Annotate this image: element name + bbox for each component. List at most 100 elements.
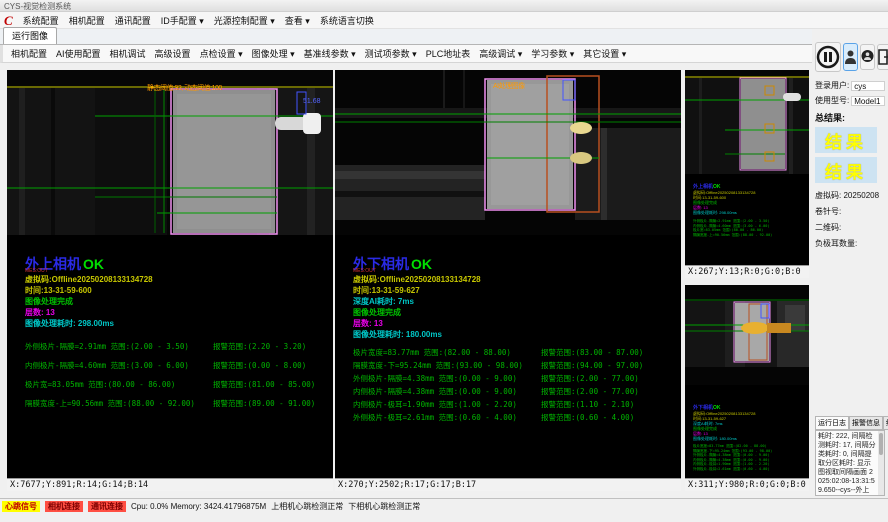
measurement-row: 极片宽=83.05mm 范围:(80.00 - 86.00)报警范围:(81.0… [25, 375, 333, 394]
camera-connection-badge: 相机连接 [45, 501, 83, 512]
upper-process-done: 图像处理完成 [25, 296, 333, 307]
menu-item-camera-config[interactable]: 相机配置 [69, 14, 105, 27]
upper-camera-ok-status: OK [83, 256, 104, 272]
model-label: 使用型号: [815, 95, 849, 106]
qr-code-label: 二维码: [815, 222, 885, 233]
toolbar-item-baseline-params[interactable]: 基准线参数 ▾ [304, 47, 356, 60]
measurement-row: 内侧极片-隔膜=4.60mm 范围:(3.00 - 6.00)报警范围:(0.0… [25, 356, 333, 375]
log-tab-stats[interactable]: 统计信息 [883, 416, 888, 430]
upper-time: 时间:13-31-59-600 [25, 285, 333, 296]
menu-item-language-switch[interactable]: 系统语言切换 [320, 14, 374, 27]
lower-view-coordinate-readout: X:270;Y:2502;R:17;G:17;B:17 [335, 478, 681, 491]
login-user-value[interactable]: cys [851, 81, 885, 91]
lower-process-done: 图像处理完成 [353, 307, 681, 318]
menu-item-light-config[interactable]: 光源控制配置 ▾ [214, 14, 275, 27]
measurement-row: 外侧极片-极耳=2.61mm 范围:(0.60 - 4.00)报警范围:(0.6… [353, 411, 681, 424]
upper-virtual-code: 虚拟码:Offline20250208133134728 [25, 274, 333, 285]
title-bar: CYS-视觉检测系统 [0, 0, 888, 12]
vcode-label: 虚拟码: [815, 191, 841, 200]
lower-camera-view: AI处理图像 外下相机OK MES:OUT 虚拟码:Offline2025020… [335, 70, 681, 491]
vcode-row: 虚拟码: 20250208 [815, 190, 885, 201]
toolbar-item-advanced-debug[interactable]: 高级调试 ▾ [479, 47, 522, 60]
upper-layer-count: 层数: 13 [25, 307, 333, 318]
log-tab-alarm[interactable]: 报警信息 [849, 416, 883, 430]
login-user-button[interactable] [843, 43, 858, 71]
heartbeat-status-badge: 心跳信号 [2, 501, 40, 512]
lower-thumbnail-photo [685, 285, 809, 385]
upper-measurements: 外侧极片-隔膜=2.91mm 范围:(2.00 - 3.50)报警范围:(2.2… [7, 337, 333, 413]
lower-process-time: 图像处理耗时: 180.00ms [353, 329, 681, 340]
lower-camera-photo [335, 70, 681, 235]
measurement-row: 外侧极片-隔膜=2.91mm 范围:(2.00 - 3.50)报警范围:(2.2… [25, 337, 333, 356]
lower-virtual-code: 虚拟码:Offline20250208133134728 [353, 274, 681, 285]
window-status-bar: 心跳信号 相机连接 通讯连接 Cpu: 0.0% Memory: 3424.41… [0, 498, 888, 522]
vcode-value: 20250208 [843, 191, 879, 200]
upper-thumbnail-result: 外上相机OK 虚拟码:Offline20250208133134728 时间:1… [685, 184, 809, 237]
user-icon [844, 49, 857, 65]
run-log-text: 耗时: 222, 间隔检测耗时: 17, 间隔分类耗时: 0, 间隔提取分区耗时… [818, 433, 876, 496]
operator-icon [861, 49, 874, 65]
measurement-row: 隔膜宽度-上=90.56mm 范围:(88.00 - 92.00)报警范围:(8… [25, 394, 333, 413]
control-buttons [815, 42, 885, 72]
toolbar-item-image-processing[interactable]: 图像处理 ▾ [252, 47, 295, 60]
login-user-label: 登录用户: [815, 80, 849, 91]
measurement-row: 隔膜宽度-下=95.24mm 范围:(93.00 - 98.00)报警范围:(9… [353, 359, 681, 372]
menu-item-system-config[interactable]: 系统配置 [23, 14, 59, 27]
toolbar-item-camera-config[interactable]: 相机配置 [11, 47, 47, 60]
cpu-memory-readout: Cpu: 0.0% Memory: 3424.41796875M [131, 501, 266, 512]
menu-item-view[interactable]: 查看 ▾ [285, 14, 310, 27]
pause-icon [816, 45, 840, 69]
menu-item-robot-config[interactable]: ID手配置 ▾ [161, 14, 204, 27]
lower-time: 时间:13-31-59-627 [353, 285, 681, 296]
toolbar-item-advanced-settings[interactable]: 高级设置 [155, 47, 191, 60]
toolbar-item-learning-params[interactable]: 学习参数 ▾ [531, 47, 574, 60]
operator-button[interactable] [860, 44, 875, 70]
lower-measurements: 极片宽度=83.77mm 范围:(82.00 - 88.00)报警范围:(83.… [335, 346, 681, 424]
log-scrollbar[interactable] [878, 431, 884, 495]
lower-thumbnail-image[interactable] [685, 285, 809, 385]
upper-camera-thumbnail-view: 外上相机OK 虚拟码:Offline20250208133134728 时间:1… [685, 70, 809, 278]
menu-bar: C 系统配置 相机配置 通讯配置 ID手配置 ▾ 光源控制配置 ▾ 查看 ▾ 系… [0, 12, 888, 29]
lower-thumbnail-result: 外下相机OK 虚拟码:Offline20250208133134728 时间:1… [685, 405, 809, 471]
menu-item-comm-config[interactable]: 通讯配置 [115, 14, 151, 27]
toolbar: 相机配置 AI使用配置 相机调试 高级设置 点检设置 ▾ 图像处理 ▾ 基准线参… [0, 45, 812, 63]
blue-measure-value: 51.68 [303, 98, 321, 105]
lower-camera-image[interactable]: AI处理图像 [335, 70, 681, 235]
toolbar-item-ai-config[interactable]: AI使用配置 [56, 47, 101, 60]
comm-connection-badge: 通讯连接 [88, 501, 126, 512]
upper-view-coordinate-readout: X:7677;Y:891;R:14;G:14;B:14 [7, 478, 333, 491]
control-side-panel: 登录用户: cys 使用型号: Model1 总结果: 结果 结果 虚拟码: 2… [812, 40, 888, 498]
upper-camera-image[interactable]: 静态阈值:93, 动态阈值:100 51.68 [7, 70, 333, 235]
toolbar-item-plc-address-table[interactable]: PLC地址表 [426, 47, 471, 60]
lower-camera-thumbnail-view: 外下相机OK 虚拟码:Offline20250208133134728 时间:1… [685, 285, 809, 491]
log-scrollbar-thumb[interactable] [879, 433, 883, 455]
measurement-row: 内侧极片-极耳=1.90mm 范围:(1.00 - 2.20)报警范围:(1.1… [353, 398, 681, 411]
pause-button[interactable] [815, 42, 841, 72]
upper-process-time: 图像处理耗时: 298.00ms [25, 318, 333, 329]
upper-camera-heartbeat-status: 上相机心跳检测正常 [271, 501, 343, 512]
toolbar-item-other-settings[interactable]: 其它设置 ▾ [583, 47, 626, 60]
exit-button[interactable] [877, 44, 888, 70]
login-user-row: 登录用户: cys [815, 80, 885, 91]
tab-strip: 运行图像 [0, 29, 812, 45]
tab-run-image[interactable]: 运行图像 [3, 27, 57, 44]
upper-thumbnail-image[interactable] [685, 70, 809, 174]
log-tab-strip: 运行日志 报警信息 统计信息 [815, 416, 885, 430]
upper-thumbnail-coordinate-readout: X:267;Y:13;R:0;G:0;B:0 [685, 265, 809, 278]
threshold-overlay-text: 静态阈值:93, 动态阈值:100 [147, 83, 222, 93]
run-log-text-area[interactable]: 耗时: 222, 间隔检测耗时: 17, 间隔分类耗时: 0, 间隔提取分区耗时… [815, 430, 885, 496]
toolbar-item-spotcheck-settings[interactable]: 点检设置 ▾ [200, 47, 243, 60]
upper-camera-photo [7, 70, 333, 235]
lower-camera-heartbeat-status: 下相机心跳检测正常 [348, 501, 420, 512]
result-badge-lower: 结果 [815, 157, 877, 183]
toolbar-item-camera-debug[interactable]: 相机调试 [110, 47, 146, 60]
upper-thumbnail-photo [685, 70, 809, 174]
window-title: CYS-视觉检测系统 [4, 2, 71, 11]
measurement-row: 极片宽度=83.77mm 范围:(82.00 - 88.00)报警范围:(83.… [353, 346, 681, 359]
log-tab-run[interactable]: 运行日志 [815, 416, 849, 430]
model-value[interactable]: Model1 [851, 96, 885, 106]
total-result-label: 总结果: [815, 111, 885, 124]
upper-camera-view: 静态阈值:93, 动态阈值:100 51.68 外上相机OK MES:OUT 虚… [7, 70, 333, 491]
toolbar-item-test-params[interactable]: 测试项参数 ▾ [365, 47, 417, 60]
brand-flame-icon: C [4, 14, 13, 27]
